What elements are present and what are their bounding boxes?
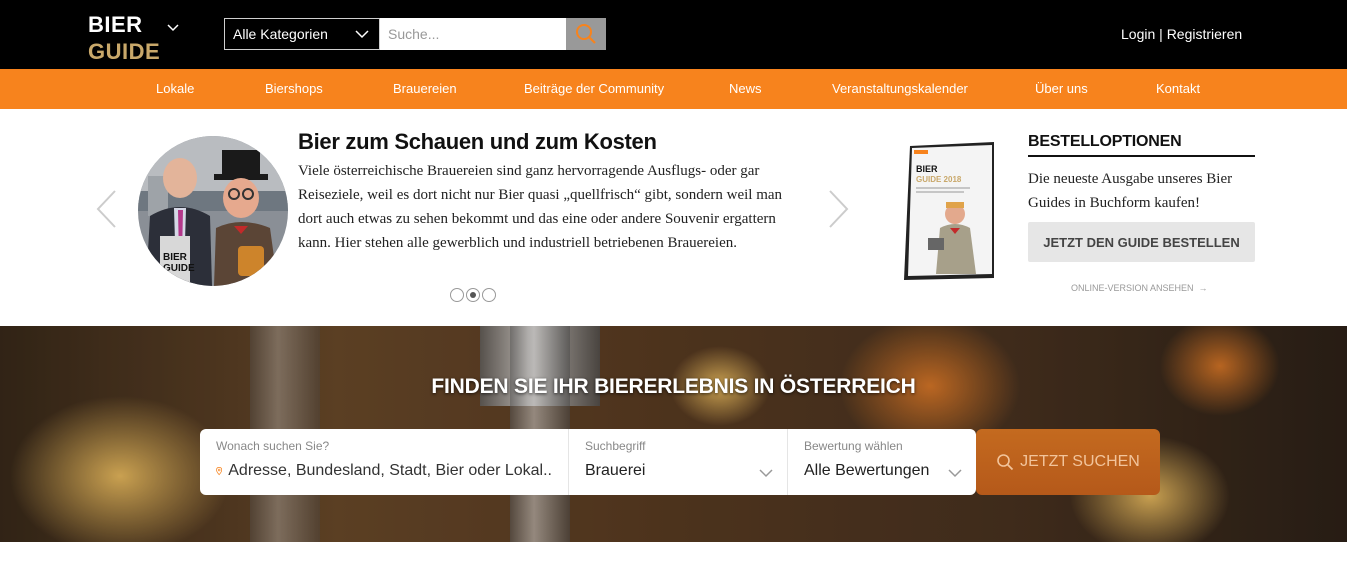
slide-image: BIER GUIDE bbox=[138, 136, 288, 286]
order-options-title: BESTELLOPTIONEN bbox=[1028, 133, 1255, 157]
book-subtitle: GUIDE 2018 bbox=[916, 175, 962, 184]
online-version-label: ONLINE-VERSION ANSEHEN bbox=[1071, 283, 1194, 293]
nav-item-brauereien[interactable]: Brauereien bbox=[393, 81, 457, 96]
arrow-right-icon: → bbox=[1196, 283, 1208, 293]
location-pin-icon bbox=[216, 466, 223, 476]
slider-dot[interactable] bbox=[482, 288, 496, 302]
category-select-value: Alle Kategorien bbox=[233, 26, 328, 42]
slider-dot-active[interactable] bbox=[466, 288, 480, 302]
book-title: BIER bbox=[916, 164, 938, 174]
online-version-link[interactable]: ONLINE-VERSION ANSEHEN → bbox=[1071, 283, 1208, 293]
bier-guide-logo[interactable]: BIER GUIDE bbox=[88, 12, 160, 65]
svg-text:BIER: BIER bbox=[163, 252, 188, 263]
nav-item-news[interactable]: News bbox=[729, 81, 762, 96]
logo-line1: BIER bbox=[88, 12, 143, 37]
chevron-right-icon[interactable] bbox=[828, 189, 850, 229]
term-select[interactable]: Suchbegriff Brauerei bbox=[569, 429, 788, 495]
chevron-left-icon[interactable] bbox=[95, 189, 117, 229]
chevron-down-icon bbox=[355, 30, 369, 39]
nav-item-lokale[interactable]: Lokale bbox=[156, 81, 194, 96]
search-icon bbox=[997, 454, 1014, 471]
rating-select[interactable]: Bewertung wählen Alle Bewertungen bbox=[788, 429, 976, 495]
slider-dot[interactable] bbox=[450, 288, 464, 302]
term-label: Suchbegriff bbox=[585, 439, 646, 453]
hero-title: FINDEN SIE IHR BIERERLEBNIS IN ÖSTERREIC… bbox=[431, 375, 916, 398]
auth-separator: | bbox=[1155, 26, 1167, 42]
svg-text:GUIDE: GUIDE bbox=[163, 263, 195, 274]
book-cover-image: BIER GUIDE 2018 bbox=[900, 142, 996, 280]
chevron-down-icon[interactable] bbox=[166, 20, 180, 34]
main-nav: Lokale Biershops Brauereien Beiträge der… bbox=[0, 69, 1347, 109]
search-now-button[interactable]: JETZT SUCHEN bbox=[976, 429, 1160, 495]
login-link[interactable]: Login bbox=[1121, 26, 1155, 42]
slider-dots bbox=[450, 288, 496, 302]
rating-value: Alle Bewertungen bbox=[804, 462, 930, 479]
where-label: Wonach suchen Sie? bbox=[216, 439, 330, 453]
header-search: Alle Kategorien Suche... bbox=[224, 18, 606, 50]
order-guide-button[interactable]: JETZT DEN GUIDE BESTELLEN bbox=[1028, 222, 1255, 262]
page-bottom-spacer bbox=[0, 542, 1347, 569]
promo-section: BIER GUIDE Bier zum Schauen und zum Kost… bbox=[0, 109, 1347, 326]
search-now-label: JETZT SUCHEN bbox=[1020, 453, 1140, 470]
order-options-text: Die neueste Ausgabe unseres Bier Guides … bbox=[1028, 171, 1233, 211]
top-header: BIER GUIDE Alle Kategorien Suche... Logi… bbox=[0, 0, 1347, 69]
category-select[interactable]: Alle Kategorien bbox=[224, 18, 380, 50]
search-icon bbox=[576, 24, 596, 44]
hero-search-section: FINDEN SIE IHR BIERERLEBNIS IN ÖSTERREIC… bbox=[0, 326, 1347, 542]
slide-text: Viele österreichische Brauereien sind ga… bbox=[298, 163, 783, 251]
search-button[interactable] bbox=[566, 18, 606, 50]
chevron-down-icon bbox=[759, 469, 773, 478]
rating-label: Bewertung wählen bbox=[804, 439, 903, 453]
nav-item-kontakt[interactable]: Kontakt bbox=[1156, 81, 1200, 96]
chevron-down-icon bbox=[948, 469, 962, 478]
nav-item-veranstaltungskalender[interactable]: Veranstaltungskalender bbox=[832, 81, 968, 96]
auth-links: Login | Registrieren bbox=[1121, 26, 1242, 42]
nav-item-community[interactable]: Beiträge der Community bbox=[524, 81, 664, 96]
slide-title: Bier zum Schauen und zum Kosten bbox=[298, 129, 657, 154]
search-input[interactable]: Suche... bbox=[380, 18, 566, 50]
term-value: Brauerei bbox=[585, 462, 646, 479]
nav-item-ueber-uns[interactable]: Über uns bbox=[1035, 81, 1088, 96]
logo-line2: GUIDE bbox=[88, 39, 161, 64]
where-field[interactable]: Wonach suchen Sie? Adresse, Bundesland, … bbox=[200, 429, 569, 495]
hero-search-form: Wonach suchen Sie? Adresse, Bundesland, … bbox=[200, 429, 1160, 495]
nav-item-biershops[interactable]: Biershops bbox=[265, 81, 323, 96]
where-input[interactable]: Adresse, Bundesland, Stadt, Bier oder Lo… bbox=[228, 462, 552, 480]
register-link[interactable]: Registrieren bbox=[1167, 26, 1242, 42]
